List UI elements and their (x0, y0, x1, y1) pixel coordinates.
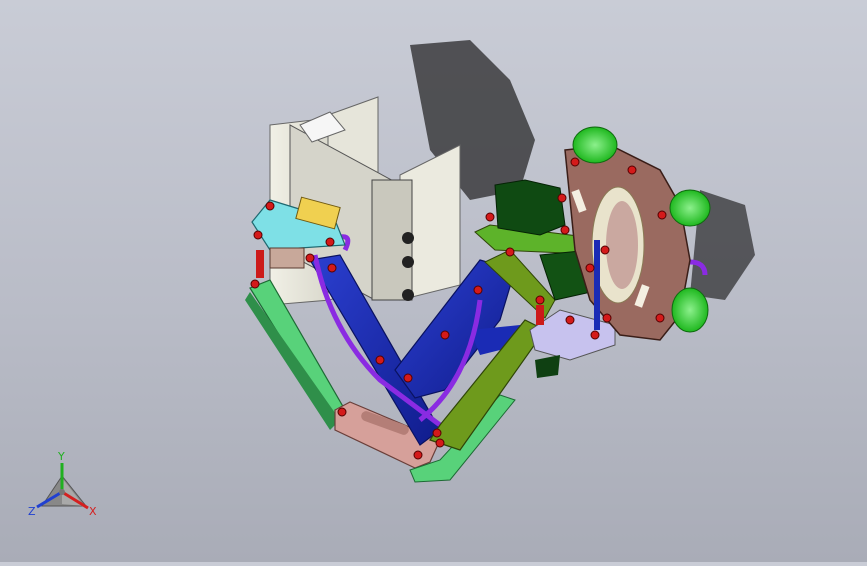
triad-y-label: Y (57, 450, 65, 463)
rotary-flange[interactable] (564, 144, 691, 341)
triad-x-label: X (89, 505, 97, 518)
triad-z-label: Z (28, 505, 36, 518)
coordinate-triad: X Y Z (28, 450, 97, 518)
3d-cad-viewport[interactable]: X Y Z (0, 0, 867, 562)
cad-model-canvas[interactable]: X Y Z (0, 0, 867, 562)
